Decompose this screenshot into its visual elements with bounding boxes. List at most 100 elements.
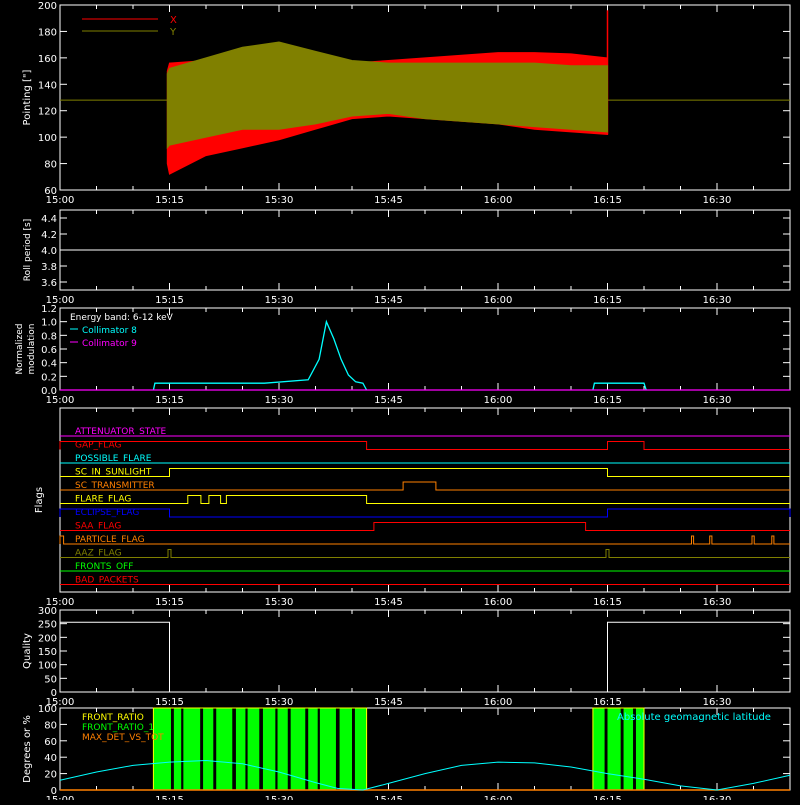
y-tick-label: 300 — [38, 606, 57, 617]
x-tick-label: 16:15 — [593, 597, 622, 608]
flag-line — [59, 508, 791, 518]
flag-line — [60, 481, 790, 491]
x-tick-label: 16:15 — [593, 395, 622, 406]
y-axis-label: Pointing ["] — [22, 69, 33, 125]
y-tick-label: 0.6 — [41, 345, 57, 356]
x-tick-label: 15:15 — [155, 295, 184, 306]
x-tick-label: 16:00 — [484, 395, 513, 406]
modulation-line-c8 — [152, 319, 368, 391]
front-ratio-2-gap — [200, 708, 204, 790]
y-tick-label: 160 — [38, 54, 57, 65]
flag-line — [60, 549, 790, 558]
quality-line — [60, 621, 790, 693]
flag-label: POSSIBLE_FLARE — [75, 454, 152, 464]
y-tick-label: 3.6 — [41, 278, 57, 289]
y-tick-label: 4.2 — [41, 230, 57, 241]
front-ratio-2-gap — [181, 708, 184, 790]
x-tick-label: 16:00 — [484, 195, 513, 206]
y-tick-label: 250 — [38, 620, 57, 631]
flag-label: SAA_FLAG — [75, 522, 121, 532]
y-axis-label: Roll period [s] — [23, 219, 33, 281]
front-ratio-2-gap — [275, 708, 278, 790]
x-tick-label: 15:15 — [155, 597, 184, 608]
x-tick-label: 16:30 — [703, 195, 732, 206]
y-tick-label: 50 — [44, 674, 57, 685]
y-tick-label: 0.8 — [41, 331, 57, 342]
flag-label: BAD_PACKETS — [75, 576, 139, 586]
y-tick-label: 100 — [38, 133, 57, 144]
front-ratio-2-gap — [170, 708, 174, 790]
flag-line — [60, 522, 790, 531]
x-tick-label: 16:00 — [484, 597, 513, 608]
x-tick-label: 15:30 — [265, 697, 294, 708]
y-tick-label: 120 — [38, 107, 57, 118]
plot-canvas: 15:00 15:15 15:30 15:45 16:00 16:15 16:3060801… — [15, 1, 791, 805]
y-tick-label: 1.2 — [41, 304, 57, 315]
x-tick-label: 15:15 — [155, 395, 184, 406]
y-tick-label: 0 — [51, 786, 57, 797]
modulation-line-c8 — [592, 382, 647, 391]
x-tick-label: 16:30 — [703, 697, 732, 708]
x-tick-label: 16:15 — [593, 697, 622, 708]
x-tick-label: 15:45 — [374, 195, 403, 206]
flag-line — [60, 495, 790, 504]
x-tick-label: 15:30 — [265, 195, 294, 206]
legend-label: MAX_DET_VS_TOT — [82, 733, 164, 743]
legend-label: Y — [169, 27, 177, 38]
legend-label: Collimator 8 — [82, 326, 137, 336]
x-tick-label: 15:45 — [374, 795, 403, 800]
x-tick-label: 15:15 — [155, 697, 184, 708]
front-ratio-2-gap — [232, 708, 236, 790]
y-tick-label: 80 — [44, 160, 57, 171]
legend-title: Energy band: 6-12 keV — [70, 313, 174, 323]
flag-label: PARTICLE_FLAG — [75, 535, 145, 545]
y-tick-label: 60 — [44, 186, 57, 197]
y-tick-label: 1.0 — [41, 318, 57, 329]
y-axis-label: Degrees or % — [22, 715, 33, 783]
x-tick-label: 16:30 — [703, 795, 732, 800]
x-tick-label: 15:30 — [265, 295, 294, 306]
y-tick-label: 80 — [44, 720, 57, 731]
y-tick-label: 0.4 — [41, 359, 57, 370]
x-tick-label: 16:00 — [484, 795, 513, 800]
rhessi-quicklook-plot: 15:00 15:15 15:30 15:45 16:00 16:15 16:30 60 80 1… — [0, 0, 800, 805]
y-tick-label: 40 — [44, 753, 57, 764]
x-tick-label: 15:15 — [155, 795, 184, 800]
y-tick-label: 0.2 — [41, 372, 57, 383]
flag-label: GAP_FLAG — [75, 441, 121, 451]
y-axis-label: Normalized — [15, 323, 25, 374]
y-tick-label: 140 — [38, 80, 57, 91]
front-ratio-2-gap — [305, 708, 309, 790]
front-ratio-2-gap — [335, 708, 340, 790]
flag-label: AAZ_FLAG — [75, 549, 122, 559]
legend-label: Absolute geomagnetic latitude — [617, 712, 771, 723]
y-tick-label: 3.8 — [41, 262, 57, 273]
y-tick-label: 180 — [38, 27, 57, 38]
front-ratio-2-gap — [317, 708, 320, 790]
flag-label: ATTENUATOR_STATE — [75, 427, 167, 437]
x-tick-label: 15:45 — [374, 697, 403, 708]
x-tick-label: 16:00 — [484, 295, 513, 306]
x-tick-label: 16:30 — [703, 597, 732, 608]
y-tick-label: 200 — [38, 1, 57, 12]
x-tick-label: 15:45 — [374, 295, 403, 306]
x-tick-label: 16:15 — [593, 795, 622, 800]
flag-line — [60, 468, 790, 477]
y-tick-label: 200 — [38, 633, 57, 644]
x-tick-label: 16:15 — [593, 195, 622, 206]
x-tick-label: 16:30 — [703, 295, 732, 306]
x-tick-label: 16:00 — [484, 697, 513, 708]
x-tick-label: 15:30 — [265, 597, 294, 608]
flag-line — [59, 535, 790, 545]
y-tick-label: 20 — [44, 770, 57, 781]
legend-label: X — [170, 15, 177, 26]
legend-label: FRONT_RATIO_1265 — [82, 723, 171, 733]
x-tick-label: 15:45 — [374, 395, 403, 406]
flag-label: FLARE_FLAG — [75, 495, 131, 505]
legend-label: FRONT_RATIO — [82, 713, 144, 723]
y-tick-label: 0 — [51, 688, 57, 699]
flag-label: FRONTS_OFF — [75, 562, 133, 572]
x-tick-label: 15:15 — [155, 195, 184, 206]
y-tick-label: 100 — [38, 704, 57, 715]
x-tick-label: 15:30 — [265, 795, 294, 800]
